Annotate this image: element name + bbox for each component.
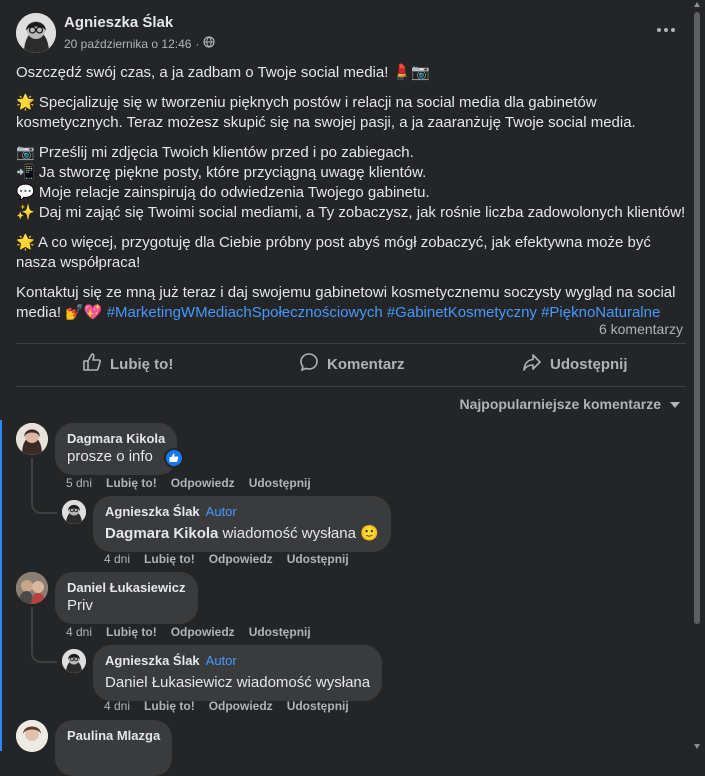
reply-bubble: Agnieszka Ślak Autor Daniel Łukasiewicz w… <box>93 645 383 701</box>
author-avatar[interactable] <box>16 13 56 53</box>
comment-share-button[interactable]: Udostępnij <box>249 476 311 490</box>
comment-text: prosze o info <box>67 448 153 465</box>
reply-reply-button[interactable]: Odpowiedz <box>209 699 273 713</box>
thumbs-up-icon <box>82 352 102 376</box>
reply-author[interactable]: Agnieszka Ślak <box>105 504 200 519</box>
comment-author[interactable]: Dagmara Kikola <box>67 431 165 447</box>
comment-reply-button[interactable]: Odpowiedz <box>171 476 235 490</box>
like-label: Lubię to! <box>110 355 174 373</box>
post-line: 💬 Moje relacje zainspirują do odwiedzeni… <box>16 184 430 201</box>
comment-like-button[interactable]: Lubię to! <box>106 625 157 639</box>
post-paragraph: 🌟 Specjalizuję się w tworzeniu pięknych … <box>16 94 636 131</box>
reply-share-button[interactable]: Udostępnij <box>287 699 349 713</box>
reply-thread-line <box>31 607 57 663</box>
comment-bubble-icon <box>299 352 319 376</box>
post-hashtags[interactable]: #MarketingWMediachSpołecznościowych #Gab… <box>107 304 661 321</box>
reply-author[interactable]: Agnieszka Ślak <box>105 653 200 668</box>
like-reaction-icon[interactable] <box>164 448 184 468</box>
comment-age[interactable]: 4 dni <box>66 625 92 639</box>
reply-mention[interactable]: Dagmara Kikola <box>105 525 218 542</box>
avatar[interactable] <box>16 720 48 752</box>
post-paragraph: Kontaktuj się ze mną już teraz i daj swo… <box>16 283 686 323</box>
comment-bubble: Dagmara Kikola prosze o info <box>55 423 178 475</box>
post-paragraph: Oszczędź swój czas, a ja zadbam o Twoje … <box>16 64 430 81</box>
divider <box>16 386 686 387</box>
more-options-icon[interactable] <box>656 22 676 38</box>
globe-icon <box>203 36 216 51</box>
reply-age[interactable]: 4 dni <box>104 699 130 713</box>
comment-sort-dropdown[interactable]: Najpopularniejsze komentarze <box>459 396 681 412</box>
share-button[interactable]: Udostępnij <box>522 346 628 382</box>
focus-accent-bar <box>0 420 2 751</box>
reply-thread-line <box>31 458 57 514</box>
post-line: 📲 Ja stworzę piękne posty, które przycią… <box>16 164 427 181</box>
comment-reply-button[interactable]: Odpowiedz <box>171 625 235 639</box>
scrollbar[interactable] <box>693 0 701 751</box>
author-badge: Autor <box>205 504 237 519</box>
share-arrow-icon <box>522 352 542 376</box>
comment-bubble: Paulina Mlazga <box>55 720 173 776</box>
like-button[interactable]: Lubię to! <box>82 346 173 382</box>
comment-author[interactable]: Daniel Łukasiewicz <box>67 580 186 596</box>
avatar[interactable] <box>62 649 86 673</box>
comment-label: Komentarz <box>327 355 405 373</box>
reply-text: wiadomość wysłana 🙂 <box>218 525 379 542</box>
reply-like-button[interactable]: Lubię to! <box>144 552 195 566</box>
comment-bubble: Daniel Łukasiewicz Priv <box>55 572 198 624</box>
post-body: Oszczędź swój czas, a ja zadbam o Twoje … <box>16 63 686 323</box>
comment-age[interactable]: 5 dni <box>66 476 92 490</box>
reply-actions: 4 dni Lubię to! Odpowiedz Udostępnij <box>104 552 349 566</box>
comments-count[interactable]: 6 komentarzy <box>599 321 683 337</box>
comment-author[interactable]: Paulina Mlazga <box>67 728 160 744</box>
caret-down-icon <box>669 396 681 412</box>
post-line: ✨ Daj mi zająć się Twoimi social mediami… <box>16 204 686 221</box>
post-paragraph: 🌟 A co więcej, przygotuję dla Ciebie pró… <box>16 234 651 271</box>
comment-actions: 4 dni Lubię to! Odpowiedz Udostępnij <box>66 625 311 639</box>
date-separator: · <box>195 36 200 51</box>
post-date[interactable]: 20 października o 12:46 <box>64 37 191 51</box>
post-line: 📷 Prześlij mi zdjęcia Twoich klientów pr… <box>16 144 414 161</box>
author-badge: Autor <box>205 653 237 668</box>
comment-button[interactable]: Komentarz <box>299 346 405 382</box>
avatar[interactable] <box>62 500 86 524</box>
sort-label: Najpopularniejsze komentarze <box>459 396 661 412</box>
reply-actions: 4 dni Lubię to! Odpowiedz Udostępnij <box>104 699 349 713</box>
reply-reply-button[interactable]: Odpowiedz <box>209 552 273 566</box>
avatar[interactable] <box>16 572 48 604</box>
avatar[interactable] <box>16 423 48 455</box>
reply-text: Daniel Łukasiewicz wiadomość wysłana <box>105 674 371 691</box>
comment-actions: 5 dni Lubię to! Odpowiedz Udostępnij <box>66 476 311 490</box>
reply-share-button[interactable]: Udostępnij <box>287 552 349 566</box>
comment-text: Priv <box>67 597 93 614</box>
share-label: Udostępnij <box>550 355 628 373</box>
divider <box>16 343 686 344</box>
comment-share-button[interactable]: Udostępnij <box>249 625 311 639</box>
post-author-name[interactable]: Agnieszka Ślak <box>64 14 173 31</box>
reply-like-button[interactable]: Lubię to! <box>144 699 195 713</box>
reply-bubble: Agnieszka Ślak Autor Dagmara Kikola wiado… <box>93 496 391 552</box>
comment-like-button[interactable]: Lubię to! <box>106 476 157 490</box>
reply-age[interactable]: 4 dni <box>104 552 130 566</box>
